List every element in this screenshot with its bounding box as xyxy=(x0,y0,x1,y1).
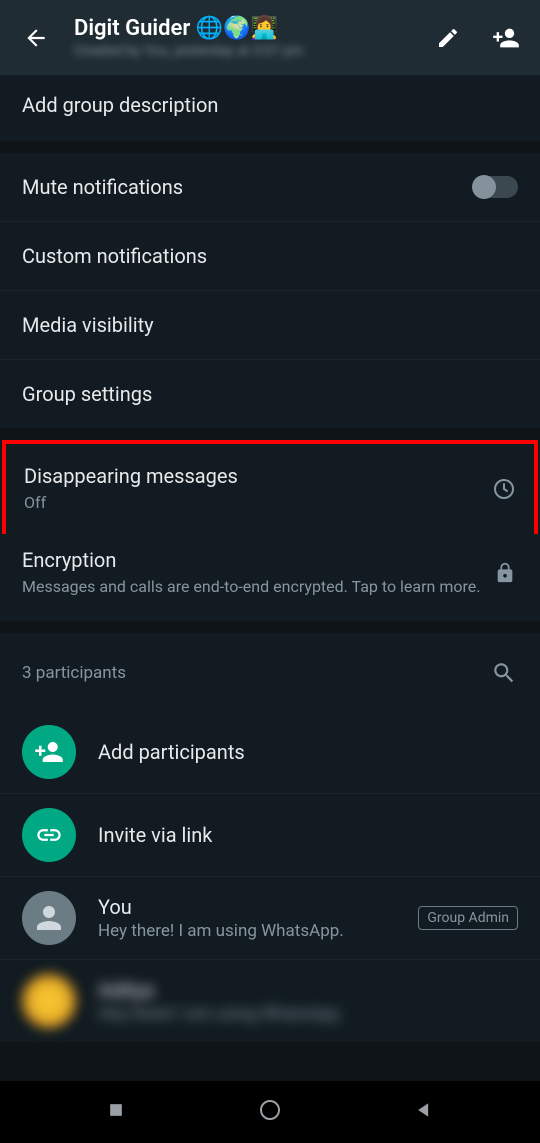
encryption-label: Encryption xyxy=(22,548,482,572)
mute-label: Mute notifications xyxy=(22,175,474,199)
add-description-text: Add group description xyxy=(22,93,518,117)
invite-link-label: Invite via link xyxy=(98,823,518,847)
media-label: Media visibility xyxy=(22,313,518,337)
invite-link-item[interactable]: Invite via link xyxy=(0,794,540,877)
add-participants-avatar xyxy=(22,725,76,779)
disappearing-messages-item[interactable]: Disappearing messages Off xyxy=(2,440,538,534)
link-icon xyxy=(35,821,63,849)
header-actions xyxy=(434,24,520,52)
disappearing-value: Off xyxy=(24,492,480,514)
add-person-icon xyxy=(492,24,520,52)
edit-button[interactable] xyxy=(434,24,462,52)
participants-count: 3 participants xyxy=(22,663,126,683)
add-member-button[interactable] xyxy=(492,24,520,52)
arrow-left-icon xyxy=(23,25,49,51)
custom-label: Custom notifications xyxy=(22,244,518,268)
participant-you-name: You xyxy=(98,895,396,919)
add-participants-label: Add participants xyxy=(98,740,518,764)
participants-section: 3 participants Add participants Invite v… xyxy=(0,633,540,1042)
pencil-icon xyxy=(436,26,460,50)
person-icon xyxy=(31,900,67,936)
disappearing-label: Disappearing messages xyxy=(24,464,480,488)
group-title: Digit Guider 🌐🌍👩‍💻 xyxy=(74,16,434,41)
privacy-section: Disappearing messages Off Encryption Mes… xyxy=(0,440,540,621)
nav-recent-button[interactable] xyxy=(106,1100,126,1124)
app-header: Digit Guider 🌐🌍👩‍💻 Created by You, yeste… xyxy=(0,0,540,75)
participant-you-avatar xyxy=(22,891,76,945)
nav-back-button[interactable] xyxy=(414,1100,434,1124)
timer-icon xyxy=(492,477,516,501)
group-settings-item[interactable]: Group settings xyxy=(0,360,540,428)
group-settings-label: Group settings xyxy=(22,382,518,406)
admin-badge: Group Admin xyxy=(418,906,518,930)
mute-notifications-item[interactable]: Mute notifications xyxy=(0,153,540,222)
nav-home-button[interactable] xyxy=(258,1098,282,1126)
participant-you-status: Hey there! I am using WhatsApp. xyxy=(98,921,396,941)
participant-you-item[interactable]: You Hey there! I am using WhatsApp. Grou… xyxy=(0,877,540,960)
back-button[interactable] xyxy=(16,18,56,58)
participant-blurred-avatar xyxy=(22,974,76,1028)
add-participants-item[interactable]: Add participants xyxy=(0,711,540,794)
group-description-section[interactable]: Add group description xyxy=(0,75,540,141)
participants-header: 3 participants xyxy=(0,651,540,711)
invite-link-avatar xyxy=(22,808,76,862)
settings-section: Mute notifications Custom notifications … xyxy=(0,153,540,428)
participant-blurred-name: Aditya xyxy=(98,978,518,1002)
participant-blurred-item[interactable]: Aditya Hey there! I am using WhatsApp. xyxy=(0,960,540,1042)
triangle-left-icon xyxy=(414,1100,434,1120)
add-person-icon xyxy=(34,737,64,767)
search-participants-button[interactable] xyxy=(490,659,518,687)
encryption-item[interactable]: Encryption Messages and calls are end-to… xyxy=(0,538,540,620)
header-title-wrap[interactable]: Digit Guider 🌐🌍👩‍💻 Created by You, yeste… xyxy=(74,16,434,59)
search-icon xyxy=(491,660,517,686)
group-subtitle: Created by You, yesterday at 3:07 pm xyxy=(74,43,434,59)
toggle-knob xyxy=(472,175,496,199)
square-icon xyxy=(106,1100,126,1120)
encryption-sub: Messages and calls are end-to-end encryp… xyxy=(22,576,482,598)
system-nav-bar xyxy=(0,1081,540,1143)
mute-toggle[interactable] xyxy=(474,176,518,198)
media-visibility-item[interactable]: Media visibility xyxy=(0,291,540,360)
circle-icon xyxy=(258,1098,282,1122)
participant-blurred-status: Hey there! I am using WhatsApp. xyxy=(98,1004,518,1024)
custom-notifications-item[interactable]: Custom notifications xyxy=(0,222,540,291)
lock-icon xyxy=(494,562,518,586)
